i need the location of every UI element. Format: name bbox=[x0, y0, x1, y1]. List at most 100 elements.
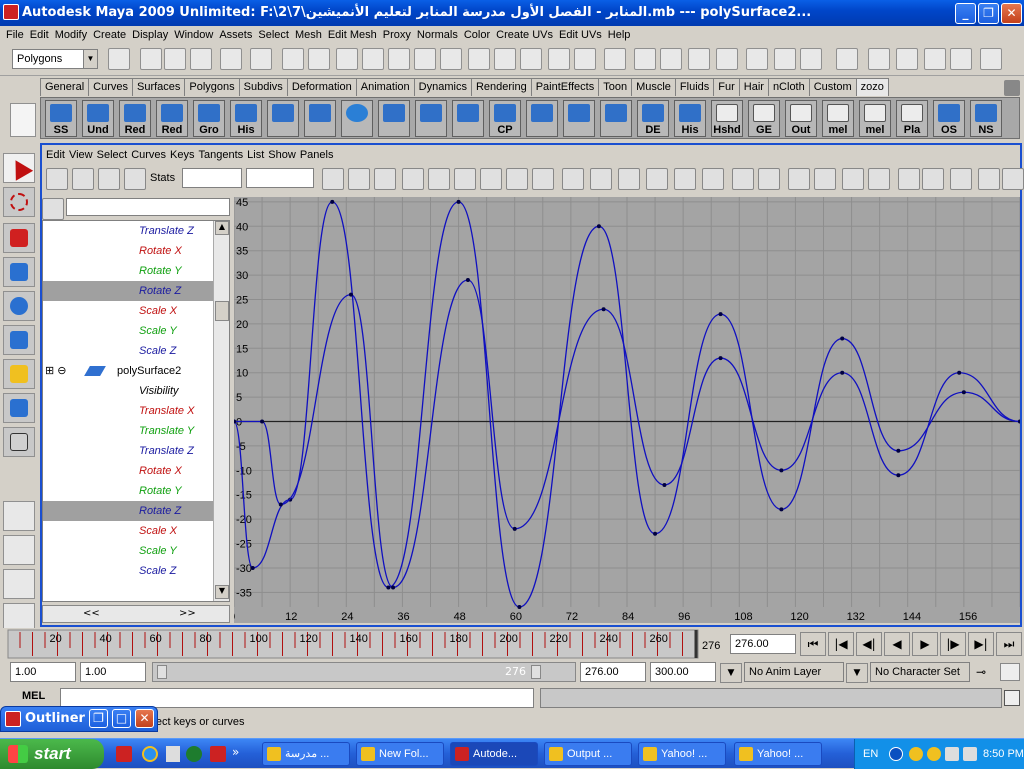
graph-tool-icon-12[interactable] bbox=[506, 168, 528, 190]
step-back-icon[interactable]: ◀| bbox=[856, 632, 882, 656]
scroll-left-button[interactable]: << bbox=[83, 608, 100, 619]
graph-menu-select[interactable]: Select bbox=[97, 149, 128, 161]
keyframe-point[interactable] bbox=[456, 199, 461, 204]
status-tool-icon-6[interactable] bbox=[250, 48, 272, 70]
keyframe-point[interactable] bbox=[840, 336, 845, 341]
step-forward-icon[interactable]: |▶ bbox=[940, 632, 966, 656]
shelf-button-mel[interactable]: mel bbox=[859, 100, 891, 137]
scroll-thumb[interactable] bbox=[215, 301, 229, 321]
current-frame-field[interactable]: 276.00 bbox=[730, 634, 796, 654]
graph-tool-icon-25[interactable] bbox=[868, 168, 890, 190]
keyframe-point[interactable] bbox=[718, 356, 723, 361]
shelf-tab-ncloth[interactable]: nCloth bbox=[767, 78, 810, 96]
shelf-button-mel[interactable]: mel bbox=[822, 100, 854, 137]
graph-menu-view[interactable]: View bbox=[69, 149, 93, 161]
shelf-tab-toon[interactable]: Toon bbox=[598, 78, 633, 96]
chevron-down-icon[interactable]: ▼ bbox=[720, 663, 742, 683]
scale-tool-icon[interactable] bbox=[3, 325, 35, 355]
messenger-icon[interactable] bbox=[909, 747, 923, 761]
keyframe-point[interactable] bbox=[840, 370, 845, 375]
maya-quicklaunch-icon[interactable] bbox=[210, 746, 226, 762]
menu-normals[interactable]: Normals bbox=[417, 29, 458, 41]
keyframe-point[interactable] bbox=[596, 224, 601, 229]
maximize-button[interactable]: □ bbox=[112, 709, 131, 728]
outliner-hscroll[interactable]: << >> bbox=[42, 605, 230, 623]
close-button[interactable]: ✕ bbox=[135, 709, 154, 728]
status-tool-icon-23[interactable] bbox=[716, 48, 738, 70]
shelf-button-icon-14[interactable] bbox=[563, 100, 595, 137]
shelf-tab-rendering[interactable]: Rendering bbox=[470, 78, 532, 96]
range-slider[interactable]: 276 bbox=[152, 662, 576, 682]
outliner-scrollbar[interactable]: ▲ ▼ bbox=[213, 221, 229, 601]
shelf-tab-surfaces[interactable]: Surfaces bbox=[131, 78, 186, 96]
restore-button[interactable]: ❐ bbox=[89, 709, 108, 728]
status-tool-icon-10[interactable] bbox=[362, 48, 384, 70]
yahoo-icon[interactable] bbox=[927, 747, 941, 761]
status-tool-icon-15[interactable] bbox=[494, 48, 516, 70]
taskbar-button[interactable]: New Fol... bbox=[356, 742, 444, 766]
shelf-button-icon-6[interactable] bbox=[267, 100, 299, 137]
outliner-attribute-row[interactable]: Rotate Y bbox=[43, 261, 213, 281]
rotate-tool-icon[interactable] bbox=[3, 291, 35, 321]
menu-help[interactable]: Help bbox=[608, 29, 631, 41]
shelf-button-out[interactable]: Out bbox=[785, 100, 817, 137]
expand-collapse-icon[interactable]: ⊞ ⊖ bbox=[45, 361, 67, 381]
outliner-attribute-row[interactable]: Rotate X bbox=[43, 241, 213, 261]
stats-time-field[interactable] bbox=[182, 168, 242, 188]
graph-tool-icon-3[interactable] bbox=[98, 168, 120, 190]
menu-mesh[interactable]: Mesh bbox=[295, 29, 322, 41]
outliner-attribute-row[interactable]: Scale Z bbox=[43, 561, 213, 581]
status-tool-icon-20[interactable] bbox=[634, 48, 656, 70]
shelf-tab-fluids[interactable]: Fluids bbox=[674, 78, 715, 96]
go-start-icon[interactable]: ⏮ bbox=[800, 632, 826, 656]
key-icon[interactable]: ⊸ bbox=[976, 665, 994, 679]
shelf-tab-subdivs[interactable]: Subdivs bbox=[238, 78, 288, 96]
graph-tool-icon-27[interactable] bbox=[922, 168, 944, 190]
shelf-button-de[interactable]: DE bbox=[637, 100, 669, 137]
keyframe-point[interactable] bbox=[601, 307, 606, 312]
status-tool-icon-8[interactable] bbox=[308, 48, 330, 70]
go-end-icon[interactable]: ⏭ bbox=[996, 632, 1022, 656]
status-tool-icon-3[interactable] bbox=[164, 48, 186, 70]
menu-proxy[interactable]: Proxy bbox=[383, 29, 411, 41]
keyframe-point[interactable] bbox=[662, 482, 667, 487]
time-slider-ruler[interactable]: 20 40 60 80 100 120 140 160 180 200 220 240 260 bbox=[0, 628, 700, 660]
graph-tool-icon-5[interactable] bbox=[322, 168, 344, 190]
shelf-tab-general[interactable]: General bbox=[40, 78, 90, 96]
graph-tool-icon-17[interactable] bbox=[646, 168, 668, 190]
status-tool-icon-21[interactable] bbox=[660, 48, 682, 70]
outliner-node[interactable]: ⊞ ⊖ polySurface2 bbox=[43, 361, 213, 381]
stats-value-field[interactable] bbox=[246, 168, 314, 188]
keyframe-point[interactable] bbox=[896, 473, 901, 478]
status-tool-icon-13[interactable] bbox=[440, 48, 462, 70]
keyframe-point[interactable] bbox=[653, 531, 658, 536]
shelf-tab-zozo[interactable]: zozo bbox=[855, 78, 889, 96]
shelf-tab-custom[interactable]: Custom bbox=[808, 78, 857, 96]
status-tool-icon-22[interactable] bbox=[688, 48, 710, 70]
graph-tool-icon-23[interactable] bbox=[814, 168, 836, 190]
start-time-field[interactable]: 1.00 bbox=[10, 662, 76, 682]
graph-tool-icon-9[interactable] bbox=[428, 168, 450, 190]
chevron-down-icon[interactable]: ▼ bbox=[846, 663, 868, 683]
graph-tool-icon-11[interactable] bbox=[480, 168, 502, 190]
shelf-button-his[interactable]: His bbox=[230, 100, 262, 137]
internet-explorer-icon[interactable] bbox=[142, 746, 158, 762]
layout-four-pane-icon[interactable] bbox=[3, 535, 35, 565]
outliner-attribute-row[interactable]: Translate X bbox=[43, 401, 213, 421]
scroll-right-button[interactable]: >> bbox=[179, 608, 196, 619]
graph-tool-icon-4[interactable] bbox=[124, 168, 146, 190]
graph-tool-icon-6[interactable] bbox=[348, 168, 370, 190]
tray-expand-icon[interactable] bbox=[889, 747, 903, 761]
status-tool-icon-30[interactable] bbox=[924, 48, 946, 70]
keyframe-point[interactable] bbox=[465, 277, 470, 282]
desktop-icon[interactable] bbox=[166, 746, 180, 762]
status-tool-icon-11[interactable] bbox=[388, 48, 410, 70]
shelf-button-ss[interactable]: SS bbox=[45, 100, 77, 137]
graph-tool-icon-15[interactable] bbox=[590, 168, 612, 190]
status-tool-icon-27[interactable] bbox=[836, 48, 858, 70]
shelf-tab-animation[interactable]: Animation bbox=[355, 78, 415, 96]
anim-layer-dropdown[interactable]: No Anim Layer bbox=[744, 662, 844, 682]
shelf-button-cp[interactable]: CP bbox=[489, 100, 521, 137]
status-tool-icon-4[interactable] bbox=[190, 48, 212, 70]
start-button[interactable]: start bbox=[0, 739, 104, 769]
